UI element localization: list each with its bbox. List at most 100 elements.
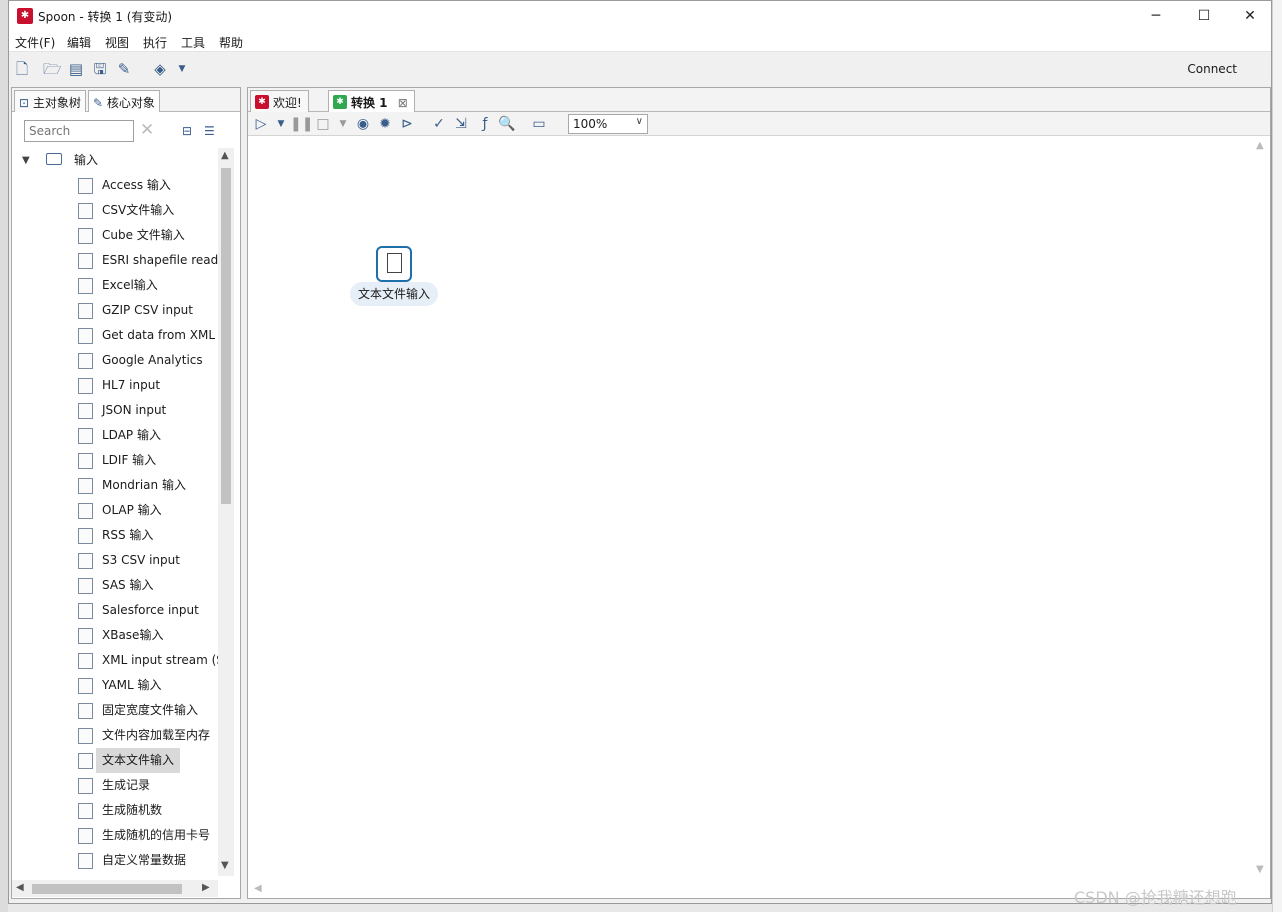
pencil-icon: ✎ [93,96,104,110]
step-type-icon [78,803,93,819]
connect-button[interactable]: Connect [1187,62,1237,76]
collapse-all-icon[interactable]: ⊟ [182,124,198,138]
tree-item-label: LDAP 输入 [102,428,161,442]
tree-item[interactable]: Mondrian 输入 [12,473,218,498]
tree-item[interactable]: JSON input [12,398,218,423]
tree-item[interactable]: 文件内容加载至内存 [12,723,218,748]
tree-item[interactable]: Salesforce input [12,598,218,623]
scroll-right-icon[interactable]: ▶ [202,882,210,893]
text-file-input-icon[interactable] [376,246,412,282]
new-file-icon[interactable]: 🗋 [13,60,31,78]
tree-root-row[interactable]: ▼ 输入 [12,148,218,173]
open-file-icon[interactable]: 🗁 [43,60,62,78]
tree-item[interactable]: RSS 输入 [12,523,218,548]
tree-item[interactable]: 固定宽度文件输入 [12,698,218,723]
tab-core-objects[interactable]: ✎ 核心对象 [88,90,160,112]
tree-item[interactable]: 生成随机数 [12,798,218,823]
tree-item[interactable]: Google Analytics [12,348,218,373]
tree-item[interactable]: HL7 input [12,373,218,398]
tree-vertical-scrollbar[interactable]: ▲ ▼ [218,148,234,876]
menu-run[interactable]: 执行 [143,34,167,51]
tree-item[interactable]: SAS 输入 [12,573,218,598]
scroll-thumb[interactable] [221,168,231,504]
spoon-app-icon: ✱ [255,95,269,109]
step-type-icon [78,778,93,794]
step-type-icon [78,578,93,594]
results-icon[interactable]: ▭ [530,115,548,133]
explore-db-icon[interactable]: 🔍 [498,115,516,133]
menu-tools[interactable]: 工具 [181,34,205,51]
menu-help[interactable]: 帮助 [219,34,243,51]
chevron-down-icon[interactable]: ▼ [334,115,352,133]
zoom-value: 100% [573,117,608,131]
run-icon[interactable]: ▷ [252,115,270,133]
scroll-down-icon[interactable]: ▼ [221,860,229,871]
tree-item-label: Mondrian 输入 [102,478,186,492]
tree-item[interactable]: OLAP 输入 [12,498,218,523]
step-type-icon [78,703,93,719]
tree-item[interactable]: 生成记录 [12,773,218,798]
tab-close-icon[interactable]: ⊠ [398,96,408,110]
tree-item[interactable]: Get data from XML [12,323,218,348]
tree-item[interactable]: LDAP 输入 [12,423,218,448]
tree-item[interactable]: GZIP CSV input [12,298,218,323]
tree-horizontal-scrollbar[interactable]: ◀ ▶ [12,880,218,897]
verify-icon[interactable]: ✓ [430,115,448,133]
explore-repository-icon[interactable]: ▤ [67,60,85,78]
canvas-vertical-scrollbar[interactable]: ▲ ▼ [1252,136,1270,880]
step-type-icon [78,303,93,319]
tree-item-label: S3 CSV input [102,553,180,567]
zoom-select[interactable]: 100% ∨ [568,114,648,134]
minimize-button[interactable]: ─ [1133,1,1179,31]
tree-item-label: 文本文件输入 [96,748,181,773]
tree-item[interactable]: XML input stream (S [12,648,218,673]
scroll-down-icon[interactable]: ▼ [1256,864,1264,875]
close-button[interactable]: ✕ [1227,1,1273,31]
preview-icon[interactable]: ◉ [354,115,372,133]
debug-icon[interactable]: ✹ [376,115,394,133]
tree-item[interactable]: LDIF 输入 [12,448,218,473]
pause-icon[interactable]: ❚❚ [290,115,313,133]
expand-list-icon[interactable]: ☰ [204,124,220,138]
menu-edit[interactable]: 编辑 [67,34,91,51]
tree-item[interactable]: Excel输入 [12,273,218,298]
clear-search-icon[interactable]: ✕ [140,120,154,140]
tree-item[interactable]: CSV文件输入 [12,198,218,223]
tree-item[interactable]: XBase输入 [12,623,218,648]
impact-icon[interactable]: ⇲ [452,115,470,133]
chevron-down-icon[interactable]: ▼ [272,115,290,133]
tree-item[interactable]: Cube 文件输入 [12,223,218,248]
tree-item[interactable]: YAML 输入 [12,673,218,698]
step-label[interactable]: 文本文件输入 [350,282,438,306]
tab-welcome[interactable]: ✱ 欢迎! [250,90,309,112]
save-as-icon[interactable]: ✎ [115,60,133,78]
transformation-canvas[interactable]: 文本文件输入 [248,136,1252,880]
scroll-up-icon[interactable]: ▲ [1256,140,1264,151]
hscroll-thumb[interactable] [32,884,182,894]
tab-main-tree[interactable]: ⊡ 主对象树 [14,90,86,112]
scroll-left-icon[interactable]: ◀ [16,882,24,893]
chevron-down-icon[interactable]: ▼ [173,60,191,78]
tree-item[interactable]: S3 CSV input [12,548,218,573]
tree-item[interactable]: ESRI shapefile reade [12,248,218,273]
menu-view[interactable]: 视图 [105,34,129,51]
tab-transformation-1[interactable]: ✱ 转换 1 ⊠ [328,90,415,112]
step-type-icon [78,853,93,869]
replay-icon[interactable]: ⊳ [398,115,416,133]
stop-icon[interactable]: □ [314,115,332,133]
tree-item[interactable]: 文本文件输入 [12,748,218,773]
step-type-icon [78,828,93,844]
tree-item[interactable]: 生成随机的信用卡号 [12,823,218,848]
tree-item[interactable]: Access 输入 [12,173,218,198]
search-input[interactable] [24,120,134,142]
menu-file[interactable]: 文件(F) [15,34,55,51]
perspective-layers-icon[interactable]: ◈ [151,60,169,78]
tree-item[interactable]: 自定义常量数据 [12,848,218,873]
scroll-left-icon[interactable]: ◀ [254,883,262,894]
chevron-down-icon[interactable]: ▼ [22,148,30,173]
scroll-up-icon[interactable]: ▲ [221,150,229,161]
step-type-icon [78,603,93,619]
save-icon[interactable]: 🖫 [91,60,109,78]
maximize-button[interactable]: ☐ [1181,1,1227,31]
sql-icon[interactable]: ƒ [476,115,494,133]
